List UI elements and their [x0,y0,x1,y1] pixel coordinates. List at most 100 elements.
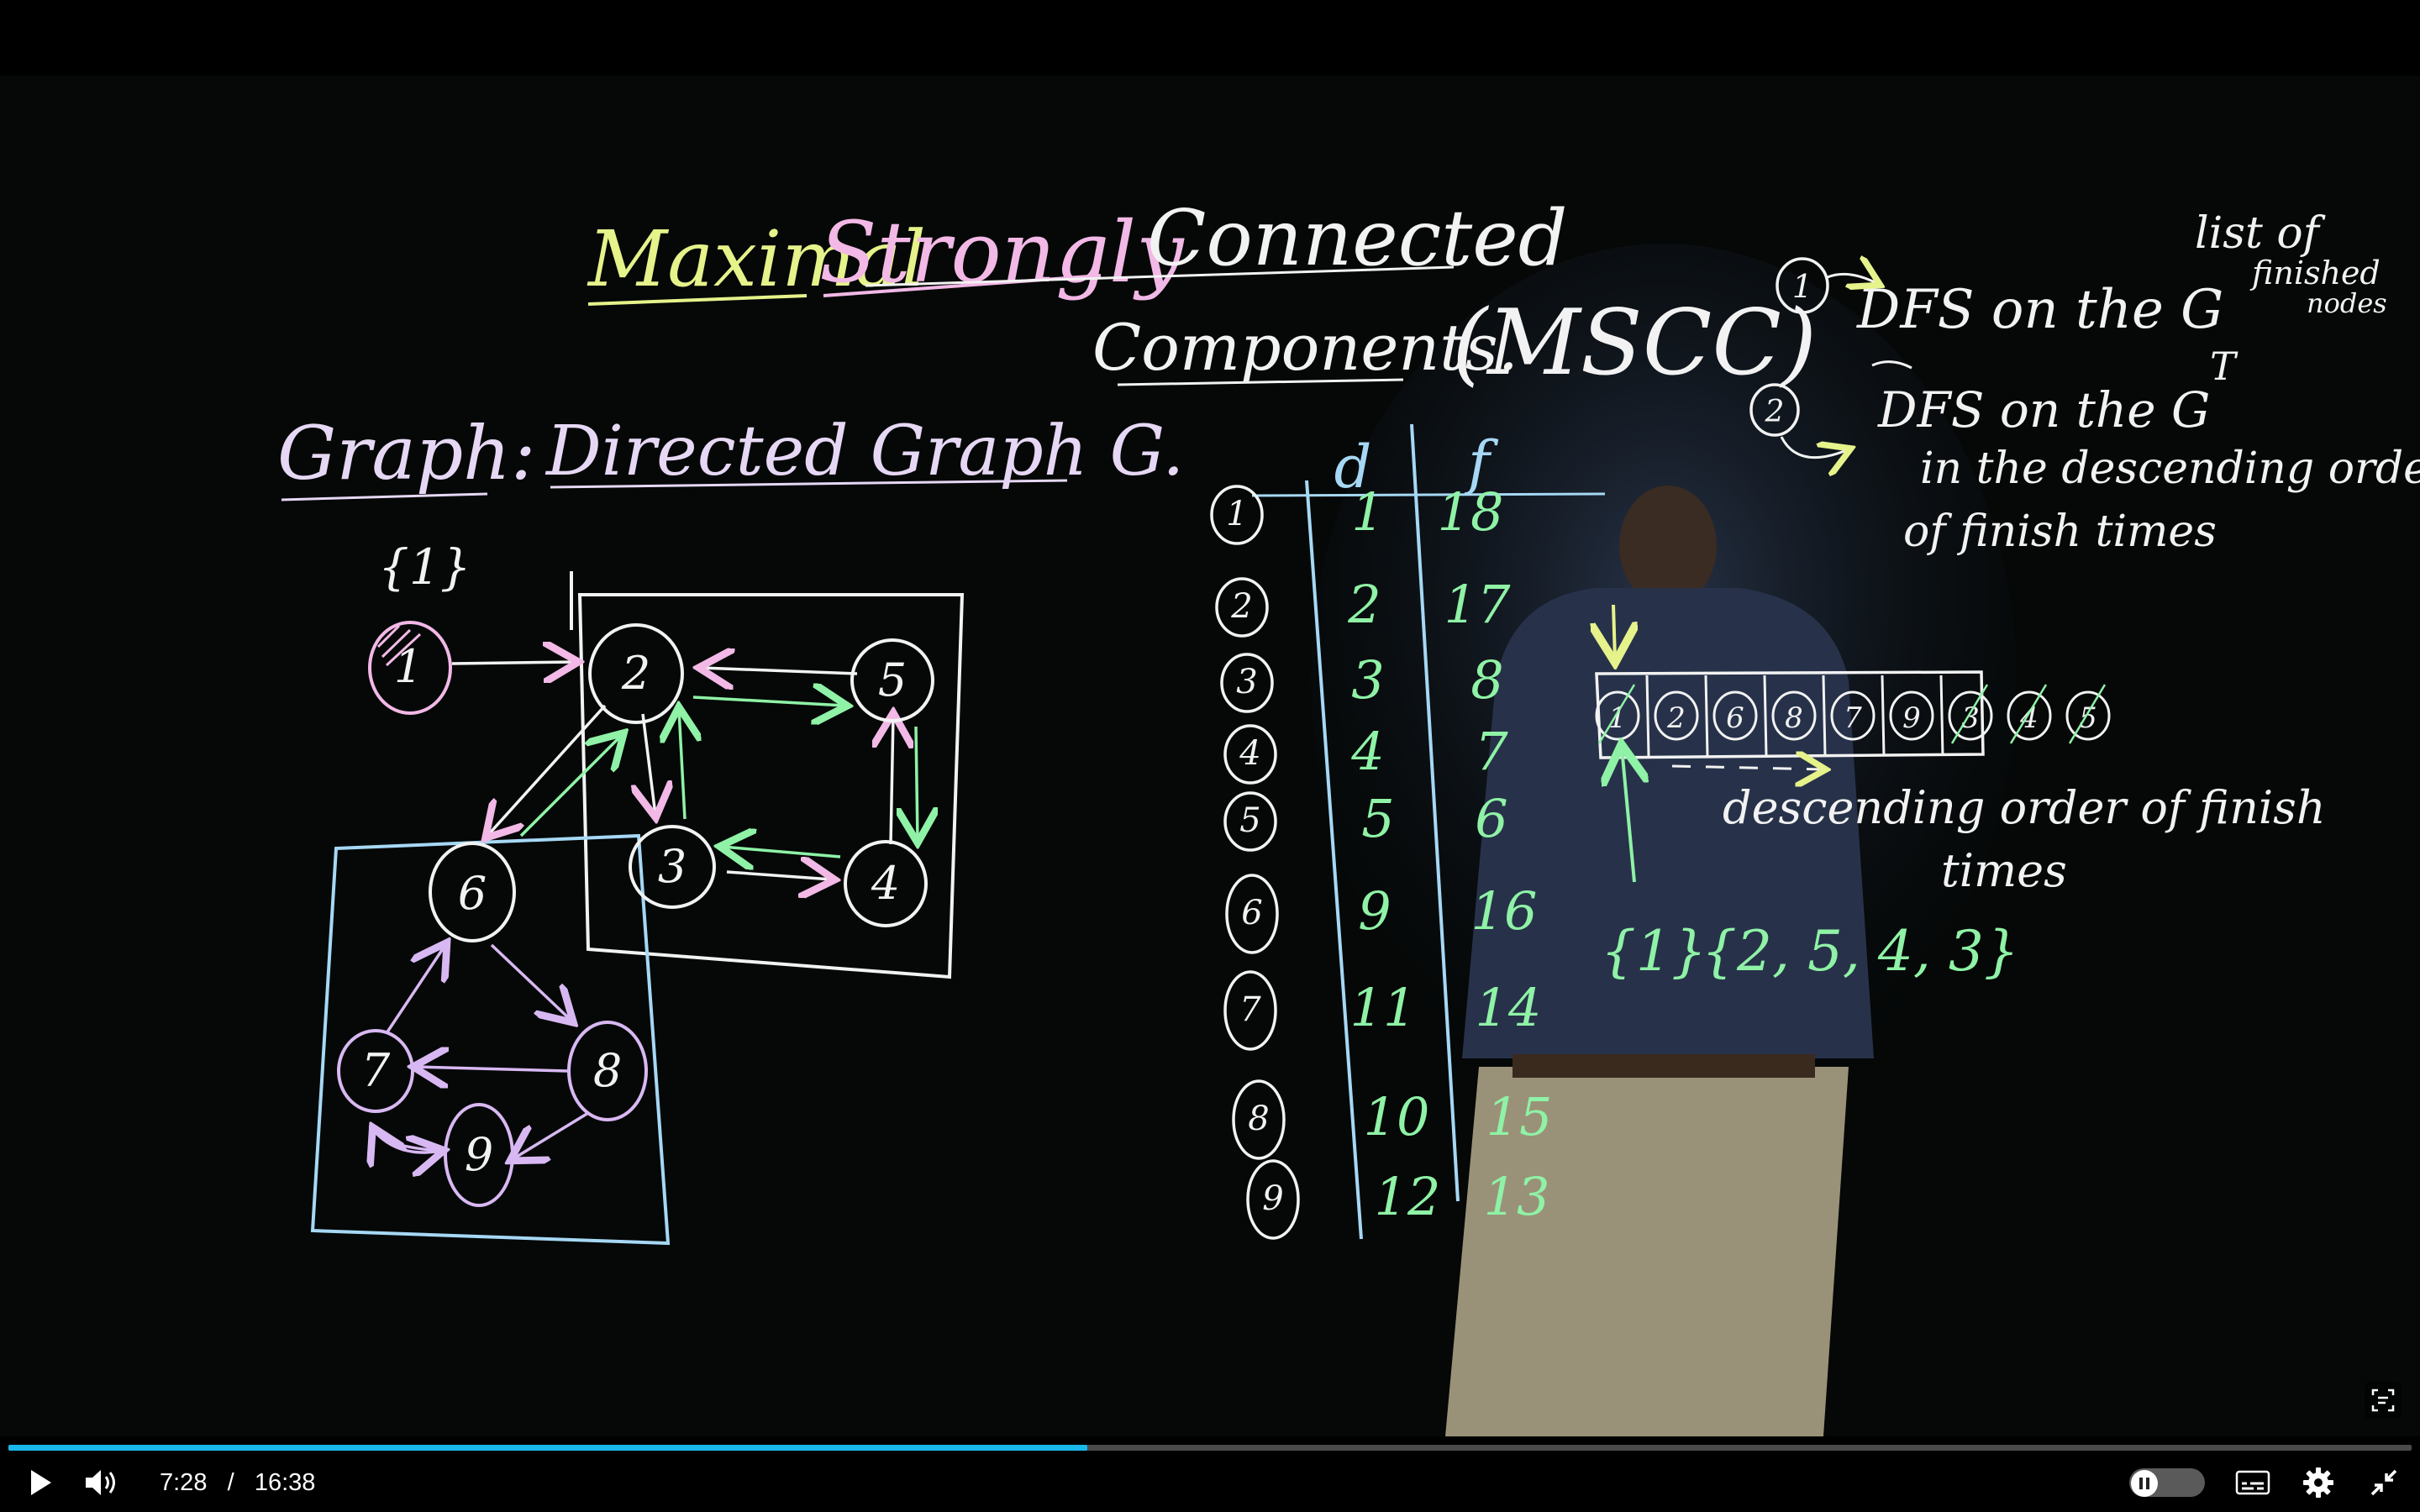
transcript-button[interactable] [2365,1382,2402,1419]
settings-button[interactable] [2299,1463,2338,1502]
table-row: 2 2 17 [1215,574,1511,638]
duration: 16:38 [254,1469,316,1496]
stack-node-label: 8 [1785,701,1803,735]
order-label-line2: times [1941,844,2067,897]
table-node-label: 8 [1248,1100,1269,1138]
graph-node: 8 [567,1021,648,1121]
play-icon [31,1470,51,1495]
video-player: Maximal Strongly Connected Components. (… [0,0,2420,1512]
svg-text:4: 4 [871,857,900,910]
title-abbrev: (MSCC) [1452,291,1817,396]
graph-nodes: 1 2 3 4 5 6 7 8 9 [337,621,934,1207]
table-row: 1 1 18 [1210,481,1504,545]
graph-node: 1 [368,621,452,715]
graph-label: Graph: [277,410,535,496]
lightboard: Maximal Strongly Connected Components. (… [277,193,2420,1436]
table-d-value: 1 [1351,481,1384,543]
step2-line3: of finish times [1903,507,2217,557]
video-frame[interactable]: Maximal Strongly Connected Components. (… [0,76,2420,1436]
table-node-label: 7 [1239,990,1261,1029]
table-f-value: 16 [1471,880,1538,942]
volume-icon [86,1470,115,1495]
stack-divider [1704,675,1709,757]
step1-note-b: finished [2249,255,2381,291]
svg-text:5: 5 [878,654,907,706]
stack-node-label: 7 [1844,701,1862,735]
svg-text:9: 9 [465,1128,493,1181]
progress-fill [8,1445,1088,1451]
graph-heading: Graph: Directed Graph G. {1} [277,410,1184,596]
svg-text:2: 2 [621,647,650,700]
table-d-value: 12 [1375,1166,1441,1227]
stack-node-label: 5 [2079,701,2097,735]
svg-text:8: 8 [593,1044,622,1097]
step1-number: 1 [1792,268,1812,305]
captions-button[interactable] [2232,1465,2274,1500]
time-display: 7:28 / 16:38 [160,1466,315,1499]
table-d-value: 9 [1358,880,1391,942]
graph-node: 6 [429,842,516,942]
step2-superscript: T [2210,344,2238,389]
table-d-value: 11 [1350,977,1417,1038]
stack-node-label: 2 [1666,701,1686,735]
table-node-label: 1 [1226,495,1247,533]
table-d-value: 10 [1364,1086,1430,1147]
step1-note-a: list of [2195,208,2326,259]
table-row: 7 11 14 [1223,970,1542,1051]
table-node-label: 9 [1262,1179,1283,1218]
pause-icon [2139,1478,2149,1489]
table-f-value: 15 [1486,1086,1553,1147]
exit-fullscreen-icon [2370,1469,2397,1496]
graph-desc: Directed Graph G. [544,412,1184,491]
step2-number: 2 [1765,395,1785,429]
table-node-label: 5 [1239,801,1260,840]
step1-note-c: nodes [2307,287,2387,319]
table-node-label: 6 [1241,894,1262,932]
table-node-label: 4 [1239,734,1260,773]
play-button[interactable] [18,1463,62,1502]
title-strongly: Strongly [819,203,1185,302]
graph-node: 3 [629,825,716,909]
table-f-value: 6 [1475,788,1507,849]
board-title: Maximal Strongly Connected Components. (… [587,193,1817,396]
volume-button[interactable] [77,1463,128,1502]
table-row: 9 12 13 [1246,1159,1550,1240]
autoplay-toggle-knob[interactable] [2131,1470,2158,1497]
stack-divider [1939,675,1944,757]
progress-bar[interactable] [8,1445,2412,1451]
step1-text: DFS on the G [1856,279,2223,341]
table-d-value: 5 [1361,788,1394,849]
stack-divider [1763,675,1768,757]
graph-node: 4 [844,840,928,927]
step2-text: DFS on the G [1877,381,2210,438]
svg-text:6: 6 [458,867,487,920]
scc-results: {1} {2, 5, 4, 3} [1601,919,2019,984]
graph-node: 7 [337,1029,414,1113]
table-f-value: 13 [1484,1166,1550,1227]
stack-cell: 5 [2065,684,2111,744]
stack-divider [1645,675,1650,757]
fullscreen-button[interactable] [2365,1463,2403,1502]
graph-node: 2 [588,623,684,724]
table-node-label: 3 [1236,663,1257,701]
table-d-value: 3 [1351,649,1384,711]
time-separator: / [227,1469,234,1496]
current-time: 7:28 [160,1469,208,1496]
graph-node: 9 [444,1103,514,1207]
scc-set-2: {2, 5, 4, 3} [1702,919,2019,984]
stack-node-label: 9 [1902,701,1921,735]
stack-divider [1881,675,1886,757]
transcript-icon [2371,1389,2395,1412]
table-f-value: 7 [1475,721,1508,782]
step2-line2: in the descending order [1920,444,2420,494]
stack-divider [1822,675,1827,757]
stack-node-label: 4 [2019,701,2039,735]
svg-text:3: 3 [658,840,687,893]
captions-icon [2235,1470,2270,1495]
table-f-value: 14 [1476,977,1542,1038]
table-d-value: 4 [1350,721,1384,782]
table-node-label: 2 [1230,587,1252,626]
stack-node-label: 6 [1726,701,1744,735]
table-row: 6 9 16 [1225,874,1538,954]
table-f-value: 18 [1438,481,1504,543]
